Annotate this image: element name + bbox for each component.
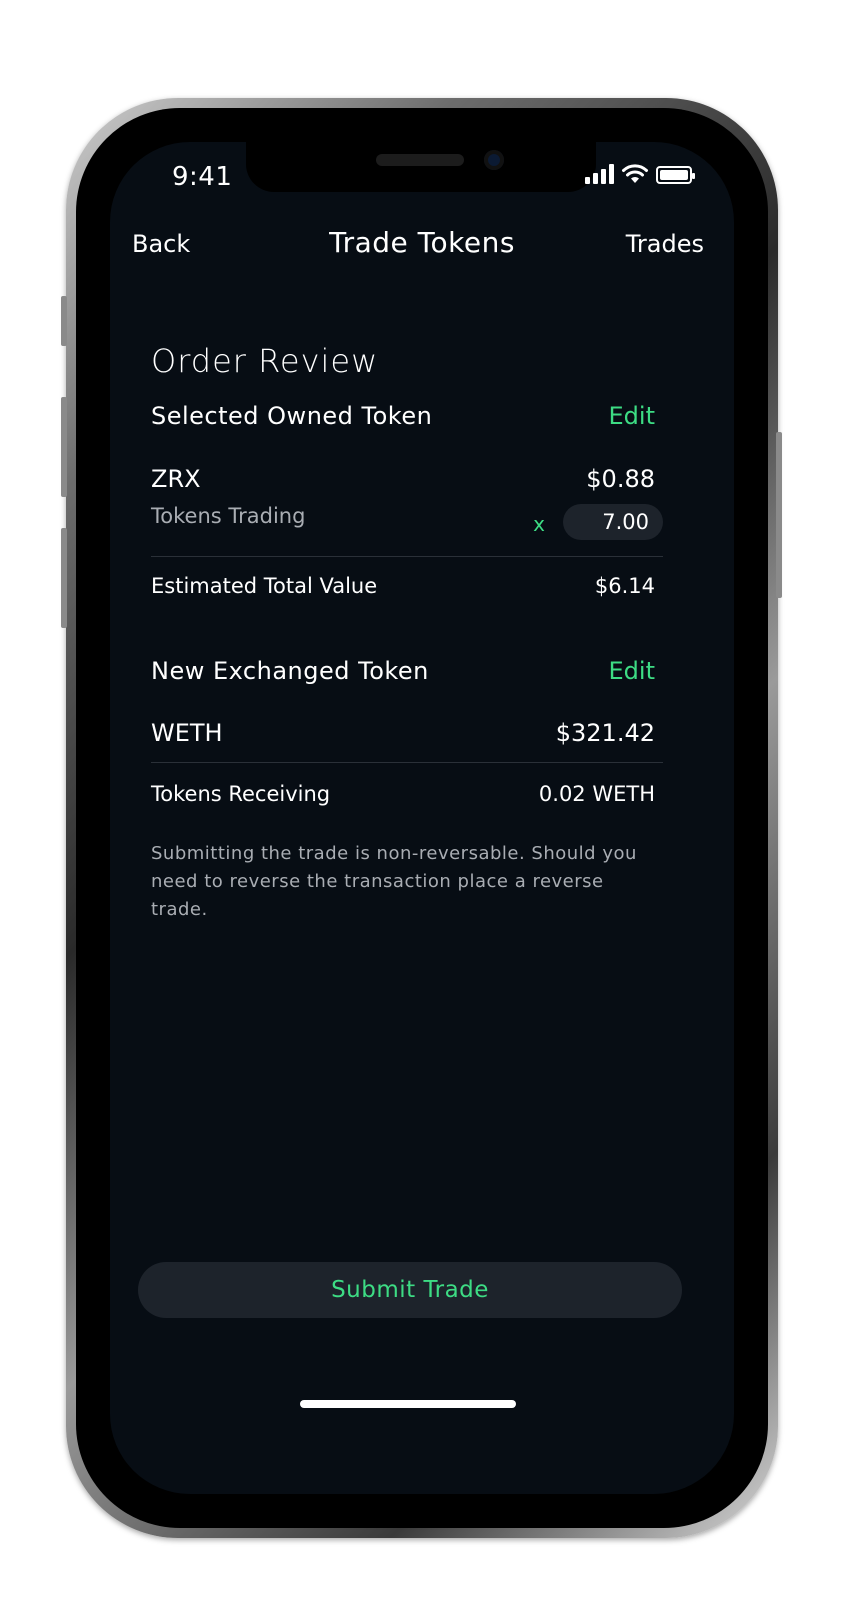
edit-exchanged-token-button[interactable]: Edit — [609, 657, 655, 685]
signal-icon — [585, 164, 614, 184]
notch — [246, 142, 596, 192]
quantity-input[interactable]: 7.00 — [563, 504, 663, 540]
edit-owned-token-button[interactable]: Edit — [609, 402, 655, 430]
exchanged-token-label: New Exchanged Token — [151, 657, 429, 685]
submit-trade-button[interactable]: Submit Trade — [138, 1262, 682, 1318]
power-button — [776, 432, 782, 598]
owned-token-label: Selected Owned Token — [151, 402, 433, 430]
silent-switch — [61, 296, 67, 346]
estimated-total-value: $6.14 — [594, 574, 655, 598]
tokens-trading-label: Tokens Trading — [151, 504, 306, 528]
estimated-total-label: Estimated Total Value — [151, 574, 378, 598]
order-review-heading: Order Review — [151, 342, 379, 380]
disclaimer-text: Submitting the trade is non-reversable. … — [151, 843, 637, 920]
camera — [484, 150, 504, 170]
divider — [151, 556, 663, 557]
multiplier-symbol: x — [533, 512, 545, 536]
wifi-icon — [622, 164, 648, 183]
status-time: 9:41 — [172, 162, 233, 192]
owned-token-price: $0.88 — [586, 465, 655, 493]
volume-up-button — [61, 397, 67, 497]
volume-down-button — [61, 528, 67, 628]
speaker — [376, 154, 464, 166]
battery-icon — [656, 166, 695, 184]
divider — [151, 762, 663, 763]
trades-button[interactable]: Trades — [626, 230, 704, 258]
tokens-receiving-value: 0.02 WETH — [538, 782, 655, 806]
home-indicator[interactable] — [300, 1400, 516, 1408]
screen: 9:41 Back Trade Tokens Trades Order Revi… — [110, 142, 734, 1494]
exchanged-token-name: WETH — [151, 719, 223, 747]
exchanged-token-price: $321.42 — [555, 719, 655, 747]
status-icons — [585, 164, 695, 184]
tokens-receiving-label: Tokens Receiving — [151, 782, 331, 806]
owned-token-name: ZRX — [151, 465, 201, 493]
